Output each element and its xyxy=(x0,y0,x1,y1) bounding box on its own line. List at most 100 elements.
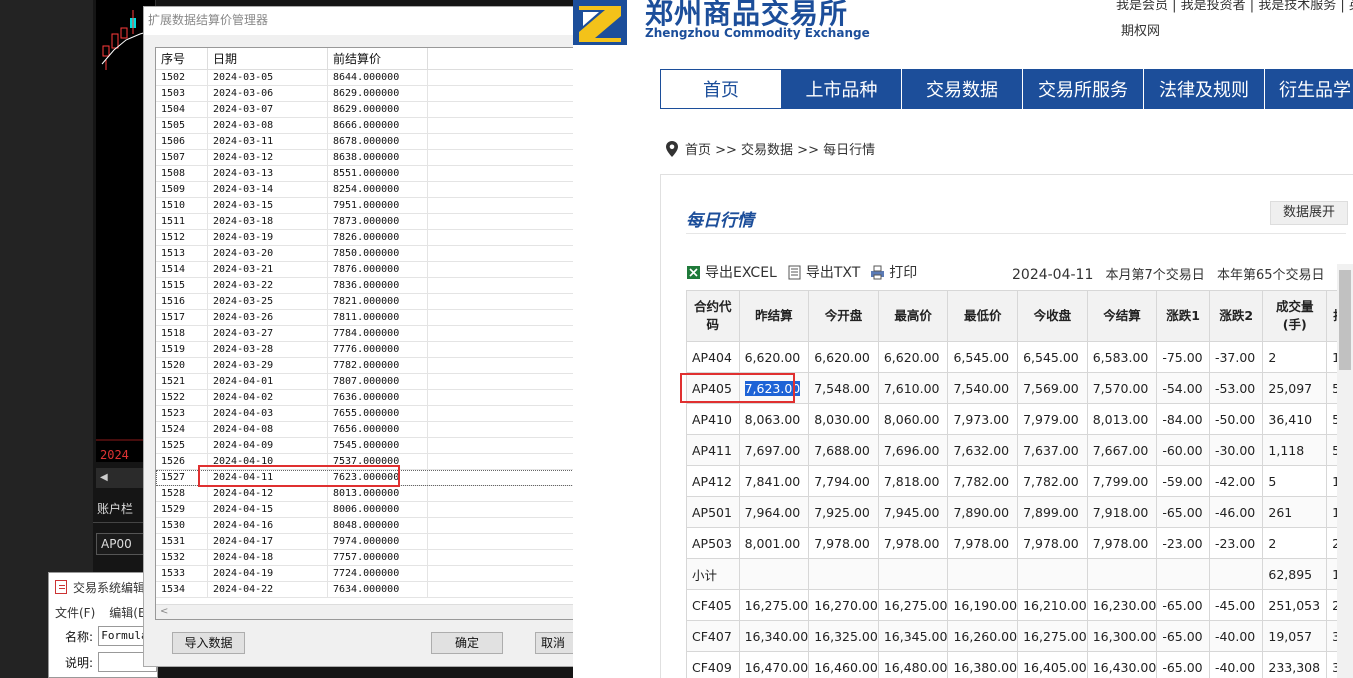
list-item[interactable]: 1502 2024-03-05 8644.000000 xyxy=(156,70,584,86)
cell-contract[interactable]: 小计 xyxy=(686,558,740,590)
top-links[interactable]: 我是会员 | 我是投资者 | 我是技术服务 | 英 xyxy=(1116,0,1353,13)
table-cell: 16,340.00 xyxy=(738,620,810,652)
list-item[interactable]: 1534 2024-04-22 7634.000000 xyxy=(156,582,584,598)
nav-listed-products[interactable]: 上市品种 xyxy=(782,69,902,109)
row-filler xyxy=(428,374,584,389)
nav-home[interactable]: 首页 xyxy=(660,69,782,109)
list-item[interactable]: 1503 2024-03-06 8629.000000 xyxy=(156,86,584,102)
list-item[interactable]: 1513 2024-03-20 7850.000000 xyxy=(156,246,584,262)
list-item[interactable]: 1530 2024-04-16 8048.000000 xyxy=(156,518,584,534)
cell-contract[interactable]: AP501 xyxy=(686,496,740,528)
import-data-button[interactable]: 导入数据 xyxy=(172,632,245,654)
row-filler xyxy=(428,230,584,245)
symbol-field[interactable]: AP00 xyxy=(96,533,148,555)
list-item[interactable]: 1529 2024-04-15 8006.000000 xyxy=(156,502,584,518)
row-date: 2024-03-07 xyxy=(208,102,328,117)
page-title: 每日行情 xyxy=(686,211,754,231)
list-item[interactable]: 1532 2024-04-18 7757.000000 xyxy=(156,550,584,566)
account-bar-label[interactable]: 账户栏 xyxy=(93,497,148,521)
description-label: 说明: xyxy=(65,655,94,670)
nav-derivatives[interactable]: 衍生品学 xyxy=(1265,69,1353,109)
table-cell: 7,688.00 xyxy=(808,434,879,466)
list-item[interactable]: 1522 2024-04-02 7636.000000 xyxy=(156,390,584,406)
settlement-price-manager-dialog[interactable]: 扩展数据结算价管理器 序号 日期 前结算价 1502 2024-03-05 8644… xyxy=(143,6,585,667)
list-item[interactable]: 1512 2024-03-19 7826.000000 xyxy=(156,230,584,246)
menu-file[interactable]: 文件(F) xyxy=(55,604,95,621)
settlement-price-list[interactable]: 序号 日期 前结算价 1502 2024-03-05 8644.000000 1503… xyxy=(155,47,585,620)
txt-file-icon[interactable] xyxy=(787,265,802,280)
cell-contract[interactable]: CF407 xyxy=(686,620,740,652)
column-header-prev-settle[interactable]: 前结算价 xyxy=(328,48,428,69)
cell-contract[interactable]: AP412 xyxy=(686,465,740,497)
options-site-link[interactable]: 期权网 xyxy=(1121,20,1160,39)
zce-logo-icon[interactable] xyxy=(573,0,627,45)
list-body: 1502 2024-03-05 8644.000000 1503 2024-03-06 8… xyxy=(156,70,584,598)
table-cell: 7,945.00 xyxy=(877,496,949,528)
list-item[interactable]: 1516 2024-03-25 7821.000000 xyxy=(156,294,584,310)
cell-contract[interactable]: AP404 xyxy=(686,341,740,373)
row-prev-settle: 7836.000000 xyxy=(328,278,428,293)
table-row: AP404 6,620.00 6,620.00 6,620.00 6,545.00 6,5… xyxy=(686,341,1353,373)
print-icon[interactable] xyxy=(870,265,885,280)
export-txt-link[interactable]: 导出TXT xyxy=(806,262,860,282)
left-arrow-icon[interactable]: ◀ xyxy=(96,468,146,488)
table-cell: -60.00 xyxy=(1156,434,1210,466)
export-excel-link[interactable]: 导出EXCEL xyxy=(705,262,777,282)
year-label: 2024 xyxy=(100,448,129,462)
cell-contract[interactable]: CF409 xyxy=(686,651,740,678)
cell-contract[interactable]: AP503 xyxy=(686,527,740,559)
list-item[interactable]: 1511 2024-03-18 7873.000000 xyxy=(156,214,584,230)
table-cell xyxy=(1086,558,1158,590)
list-item[interactable]: 1524 2024-04-08 7656.000000 xyxy=(156,422,584,438)
list-item[interactable]: 1521 2024-04-01 7807.000000 xyxy=(156,374,584,390)
list-item[interactable]: 1533 2024-04-19 7724.000000 xyxy=(156,566,584,582)
screen: 2024 ◀ 账户栏 AP00 交易系统编辑 文件(F) 编辑(E) 名称: F… xyxy=(0,0,1353,678)
nav-laws-rules[interactable]: 法律及规则 xyxy=(1144,69,1265,109)
excel-icon[interactable] xyxy=(686,265,701,280)
list-item[interactable]: 1525 2024-04-09 7545.000000 xyxy=(156,438,584,454)
list-item[interactable]: 1519 2024-03-28 7776.000000 xyxy=(156,342,584,358)
list-item[interactable]: 1508 2024-03-13 8551.000000 xyxy=(156,166,584,182)
list-item[interactable]: 1509 2024-03-14 8254.000000 xyxy=(156,182,584,198)
cell-contract[interactable]: AP405 xyxy=(686,372,740,404)
list-item[interactable]: 1523 2024-04-03 7655.000000 xyxy=(156,406,584,422)
cancel-button[interactable]: 取消 xyxy=(535,632,575,654)
list-item[interactable]: 1528 2024-04-12 8013.000000 xyxy=(156,486,584,502)
cell-contract[interactable]: CF405 xyxy=(686,589,740,621)
list-item[interactable]: 1531 2024-04-17 7974.000000 xyxy=(156,534,584,550)
list-item[interactable]: 1520 2024-03-29 7782.000000 xyxy=(156,358,584,374)
list-item[interactable]: 1514 2024-03-21 7876.000000 xyxy=(156,262,584,278)
list-item[interactable]: 1504 2024-03-07 8629.000000 xyxy=(156,102,584,118)
cell-contract[interactable]: AP410 xyxy=(686,403,740,435)
ok-button[interactable]: 确定 xyxy=(431,632,503,654)
row-prev-settle: 7623.000000 xyxy=(328,470,428,485)
list-item[interactable]: 1505 2024-03-08 8666.000000 xyxy=(156,118,584,134)
selected-text[interactable]: 7,623.00 xyxy=(744,380,801,396)
breadcrumb-text[interactable]: 首页 >> 交易数据 >> 每日行情 xyxy=(685,139,875,158)
column-header-index[interactable]: 序号 xyxy=(156,48,208,69)
scrollbar-thumb[interactable] xyxy=(1339,270,1351,370)
list-item[interactable]: 1506 2024-03-11 8678.000000 xyxy=(156,134,584,150)
column-header-date[interactable]: 日期 xyxy=(208,48,328,69)
expand-data-button[interactable]: 数据展开 xyxy=(1270,201,1348,225)
list-item[interactable]: 1510 2024-03-15 7951.000000 xyxy=(156,198,584,214)
list-item[interactable]: 1518 2024-03-27 7784.000000 xyxy=(156,326,584,342)
vertical-scrollbar[interactable] xyxy=(1337,264,1353,678)
list-item[interactable]: 1527 2024-04-11 7623.000000 xyxy=(156,470,584,486)
list-item[interactable]: 1507 2024-03-12 8638.000000 xyxy=(156,150,584,166)
list-item[interactable]: 1517 2024-03-26 7811.000000 xyxy=(156,310,584,326)
list-item[interactable]: 1526 2024-04-10 7537.000000 xyxy=(156,454,584,470)
print-link[interactable]: 打印 xyxy=(889,262,917,282)
dialog-title[interactable]: 扩展数据结算价管理器 xyxy=(144,7,574,35)
row-date: 2024-03-29 xyxy=(208,358,328,373)
nav-exchange-services[interactable]: 交易所服务 xyxy=(1023,69,1144,109)
logo-english-name[interactable]: Zhengzhou Commodity Exchange xyxy=(645,26,870,40)
cell-contract[interactable]: AP411 xyxy=(686,434,740,466)
list-item[interactable]: 1515 2024-03-22 7836.000000 xyxy=(156,278,584,294)
header-change2: 涨跌2 xyxy=(1208,290,1264,342)
trading-system-editor-window[interactable]: 交易系统编辑 文件(F) 编辑(E) 名称: Formula 说明: xyxy=(48,572,158,678)
nav-trading-data[interactable]: 交易数据 xyxy=(902,69,1023,109)
editor-title-bar[interactable]: 交易系统编辑 xyxy=(49,573,157,601)
horizontal-scrollbar[interactable]: < xyxy=(156,604,584,619)
header-contract-code: 合约代码 xyxy=(686,290,740,342)
